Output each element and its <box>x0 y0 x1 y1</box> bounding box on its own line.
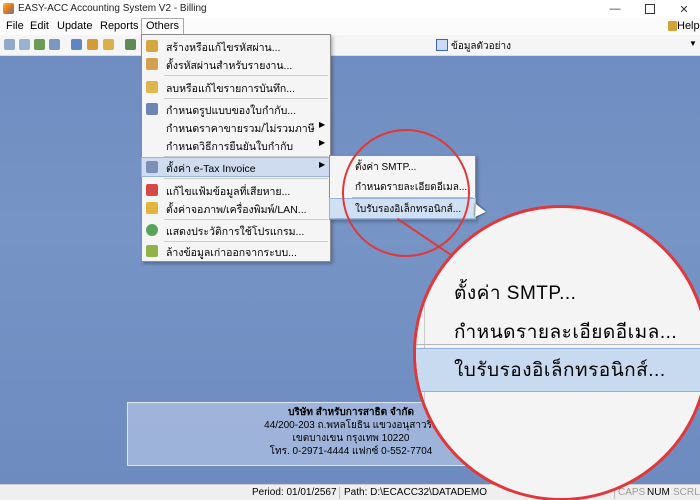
people-icon[interactable] <box>87 39 98 50</box>
menu-item-label: กำหนดรูปแบบของใบกำกับ... <box>166 105 297 117</box>
menu-item-usage-history[interactable]: แสดงประวัติการใช้โปรแกรม... <box>142 221 330 239</box>
zoom-item-certificate: ใบรับรองอิเล็กทรอนิกส์... <box>416 348 700 392</box>
menu-item-label: ตั้งค่า e-Tax Invoice <box>166 163 256 175</box>
others-dropdown-menu: สร้างหรือแก้ไขรหัสผ่าน... ตั้งรหัสผ่านสำ… <box>141 34 331 262</box>
menu-item-label: กำหนดราคาขายรวม/ไม่รวมภาษี <box>166 123 315 135</box>
zoom-item-label: กำหนดรายละเอียดอีเมล... <box>454 322 678 343</box>
chevron-down-icon[interactable]: ▼ <box>689 39 697 48</box>
menu-file[interactable]: File <box>2 19 28 34</box>
zoom-magnifier: ตั้งค่า SMTP... กำหนดรายละเอียดอีเมล... … <box>413 205 700 500</box>
menu-item-invoice-format[interactable]: กำหนดรูปแบบของใบกำกับ... <box>142 100 330 118</box>
menu-item-price-vat[interactable]: กำหนดราคาขายรวม/ไม่รวมภาษี ▶ <box>142 118 330 136</box>
database-selector[interactable]: ข้อมูลตัวอย่าง <box>451 39 511 54</box>
open-document-icon[interactable] <box>19 39 30 50</box>
transfer-icon[interactable] <box>103 39 114 50</box>
zoom-item-smtp: ตั้งค่า SMTP... <box>416 272 700 314</box>
close-button[interactable]: ✕ <box>667 0 700 18</box>
menu-item-label: ตั้งรหัสผ่านสำหรับรายงาน... <box>166 60 293 72</box>
report-lock-icon <box>146 58 158 70</box>
database-icon <box>436 39 448 51</box>
menu-item-label: แสดงประวัติการใช้โปรแกรม... <box>166 226 305 238</box>
checklist-icon[interactable] <box>71 39 82 50</box>
menu-item-label: ล้างข้อมูลเก่าออกจากระบบ... <box>166 247 297 259</box>
app-window: EASY-ACC Accounting System V2 - Billing … <box>0 0 700 500</box>
menu-item-label: กำหนดวิธีการยืนยันใบกำกับ <box>166 141 294 153</box>
menu-item-invoice-confirm[interactable]: กำหนดวิธีการยืนยันใบกำกับ ▶ <box>142 136 330 154</box>
menu-item-repair-files[interactable]: แก้ไขแฟ้มข้อมูลที่เสียหาย... <box>142 181 330 199</box>
settings-icon <box>146 202 158 214</box>
refresh-icon[interactable] <box>34 39 45 50</box>
key-icon <box>146 40 158 52</box>
chevron-right-icon: ▶ <box>319 160 326 169</box>
status-period: Period: 01/01/2567 <box>252 487 337 498</box>
menu-help[interactable]: Help <box>677 20 700 32</box>
menu-item-report-password[interactable]: ตั้งรหัสผ่านสำหรับรายงาน... <box>142 55 330 73</box>
history-icon <box>146 224 158 236</box>
zoom-content: ตั้งค่า SMTP... กำหนดรายละเอียดอีเมล... … <box>416 208 700 498</box>
help-icon[interactable] <box>668 21 677 31</box>
maximize-button[interactable] <box>633 0 667 18</box>
minimize-button[interactable]: — <box>598 0 632 18</box>
menu-item-label: แก้ไขแฟ้มข้อมูลที่เสียหาย... <box>166 186 291 198</box>
etax-icon <box>146 161 158 173</box>
menu-separator <box>164 178 328 179</box>
zoom-item-label: ตั้งค่า SMTP... <box>454 283 577 304</box>
menu-item-label: ตั้งค่าจอภาพ/เครื่องพิมพ์/LAN... <box>166 204 307 216</box>
broom-icon <box>146 245 158 257</box>
menu-item-edit-records[interactable]: ลบหรือแก้ไขรายการบันทึก... <box>142 78 330 96</box>
menu-edit[interactable]: Edit <box>26 19 53 34</box>
toolbar <box>0 35 700 56</box>
menu-item-label: ลบหรือแก้ไขรายการบันทึก... <box>166 83 296 95</box>
menu-update[interactable]: Update <box>53 19 96 34</box>
menu-separator <box>164 156 328 157</box>
menu-separator <box>164 98 328 99</box>
grid-icon <box>146 103 158 115</box>
zoom-item-email-details: กำหนดรายละเอียดอีเมล... <box>416 311 700 353</box>
image-icon[interactable] <box>125 39 136 50</box>
first-aid-icon <box>146 184 158 196</box>
app-logo-icon <box>3 3 14 14</box>
zoom-item-label: ใบรับรองอิเล็กทรอนิกส์... <box>454 360 666 381</box>
menu-separator <box>164 219 328 220</box>
save-icon[interactable] <box>49 39 60 50</box>
menu-reports[interactable]: Reports <box>96 19 143 34</box>
new-document-icon[interactable] <box>4 39 15 50</box>
menu-item-display-printer-lan[interactable]: ตั้งค่าจอภาพ/เครื่องพิมพ์/LAN... <box>142 199 330 217</box>
edit-records-icon <box>146 81 158 93</box>
menu-separator <box>164 75 328 76</box>
chevron-right-icon: ▶ <box>319 120 326 129</box>
maximize-icon <box>645 4 655 14</box>
zoom-separator <box>416 344 700 345</box>
menu-item-etax-invoice[interactable]: ตั้งค่า e-Tax Invoice ▶ <box>141 157 331 177</box>
menu-bar: File Edit Update Reports Others <box>0 18 700 36</box>
menu-item-label: สร้างหรือแก้ไขรหัสผ่าน... <box>166 42 281 54</box>
menu-item-create-password[interactable]: สร้างหรือแก้ไขรหัสผ่าน... <box>142 37 330 55</box>
menu-item-clear-old-data[interactable]: ล้างข้อมูลเก่าออกจากระบบ... <box>142 242 330 260</box>
title-bar: EASY-ACC Accounting System V2 - Billing … <box>0 0 700 19</box>
window-title: EASY-ACC Accounting System V2 - Billing <box>18 3 207 14</box>
chevron-right-icon: ▶ <box>319 138 326 147</box>
status-divider <box>339 487 340 499</box>
